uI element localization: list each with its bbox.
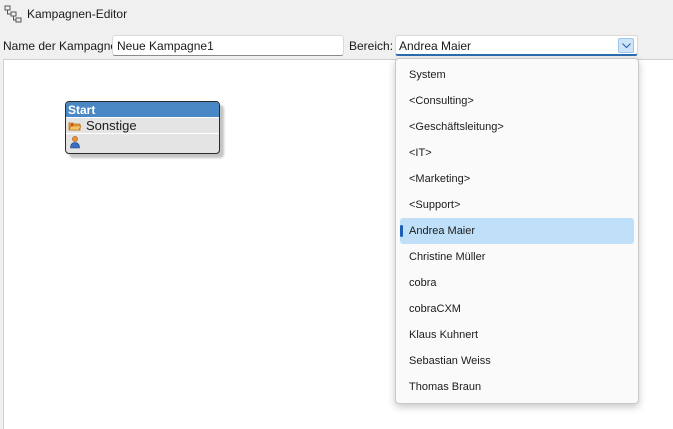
campaign-name-label: Name der Kampagne: (3, 39, 121, 53)
person-icon (68, 135, 82, 149)
dropdown-option[interactable]: <IT> (400, 140, 634, 166)
dropdown-option[interactable]: Klaus Kuhnert (400, 322, 634, 348)
area-select-value: Andrea Maier (399, 39, 472, 53)
campaign-name-input[interactable]: Neue Kampagne1 (112, 35, 344, 56)
start-node-category: Sonstige (86, 118, 137, 133)
title-bar: Kampagnen-Editor (0, 0, 673, 28)
chevron-down-icon[interactable] (618, 38, 634, 53)
start-node[interactable]: Start Sonstige (65, 101, 220, 154)
area-select[interactable]: Andrea Maier (395, 35, 638, 56)
campaign-form-row: Name der Kampagne: Neue Kampagne1 Bereic… (0, 34, 673, 58)
dropdown-option-selected[interactable]: Andrea Maier (400, 218, 634, 244)
window-title: Kampagnen-Editor (27, 7, 128, 21)
start-node-row (66, 134, 219, 150)
dropdown-option[interactable]: Sebastian Weiss (400, 348, 634, 374)
dropdown-option[interactable]: <Support> (400, 192, 634, 218)
dropdown-option[interactable]: <Marketing> (400, 166, 634, 192)
dropdown-option[interactable]: Christine Müller (400, 244, 634, 270)
campaign-flow-icon (4, 5, 22, 23)
folder-icon (68, 119, 82, 133)
area-label: Bereich: (349, 39, 394, 53)
dropdown-option[interactable]: Thomas Braun (400, 374, 634, 400)
start-node-header: Start (66, 102, 219, 118)
start-node-row: Sonstige (66, 118, 219, 134)
dropdown-option[interactable]: cobra (400, 270, 634, 296)
dropdown-option[interactable]: <Consulting> (400, 88, 634, 114)
dropdown-option[interactable]: <Geschäftsleitung> (400, 114, 634, 140)
area-dropdown-list: System <Consulting> <Geschäftsleitung> <… (395, 58, 639, 404)
dropdown-option[interactable]: System (400, 62, 634, 88)
dropdown-option[interactable]: cobraCXM (400, 296, 634, 322)
